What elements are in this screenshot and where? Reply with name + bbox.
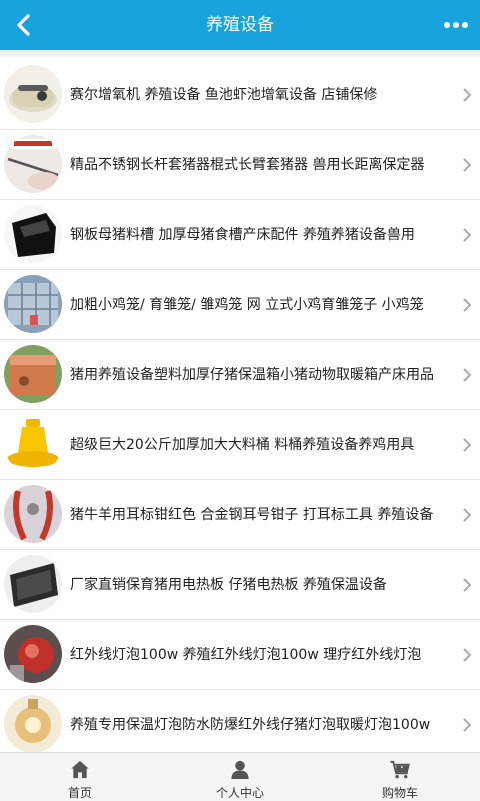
product-thumbnail: [4, 555, 62, 613]
product-name: 养殖专用保温灯泡防水防爆红外线仔猪灯泡取暖灯泡100w: [70, 717, 431, 733]
tab-user-center-label: 个人中心: [215, 786, 264, 800]
product-name: 厂家直销保育猪用电热板 仔猪电热板 养殖保温设备: [70, 577, 387, 593]
product-name: 精品不锈钢长杆套猪器棍式长臂套猪器 兽用长距离保定器: [70, 157, 425, 173]
tab-home[interactable]: 首页: [0, 753, 160, 801]
product-item[interactable]: 养殖专用保温灯泡防水防爆红外线仔猪灯泡取暖灯泡100w: [0, 690, 480, 752]
home-icon: [71, 760, 89, 779]
product-name: 猪用养殖设备塑料加厚仔猪保温箱小猪动物取暖箱产床用品: [70, 367, 434, 383]
tab-cart[interactable]: 购物车: [320, 753, 480, 801]
product-name: 钢板母猪料槽 加厚母猪食槽产床配件 养殖养猪设备兽用: [70, 227, 415, 243]
chevron-right-icon: [463, 718, 472, 732]
product-name: 猪牛羊用耳标钳红色 合金钢耳号钳子 打耳标工具 养殖设备: [70, 507, 434, 523]
product-thumbnail: [4, 485, 62, 543]
chevron-right-icon: [463, 368, 472, 382]
product-item[interactable]: 精品不锈钢长杆套猪器棍式长臂套猪器 兽用长距离保定器: [0, 130, 480, 200]
product-item[interactable]: 加粗小鸡笼/ 育雏笼/ 雏鸡笼 网 立式小鸡育雏笼子 小鸡笼: [0, 270, 480, 340]
product-item[interactable]: 猪牛羊用耳标钳红色 合金钢耳号钳子 打耳标工具 养殖设备: [0, 480, 480, 550]
product-name: 红外线灯泡100w 养殖红外线灯泡100w 理疗红外线灯泡: [70, 647, 422, 663]
product-item[interactable]: 钢板母猪料槽 加厚母猪食槽产床配件 养殖养猪设备兽用: [0, 200, 480, 270]
tab-home-label: 首页: [67, 786, 92, 800]
product-name: 超级巨大20公斤加厚加大大料桶 料桶养殖设备养鸡用具: [70, 437, 415, 453]
chevron-right-icon: [463, 438, 472, 452]
product-name: 加粗小鸡笼/ 育雏笼/ 雏鸡笼 网 立式小鸡育雏笼子 小鸡笼: [70, 297, 424, 313]
product-thumbnail: [4, 625, 62, 683]
product-thumbnail: [4, 275, 62, 333]
more-dots-icon: [444, 22, 468, 28]
chevron-right-icon: [463, 508, 472, 522]
tab-cart-label: 购物车: [381, 786, 418, 800]
cart-icon: [390, 760, 410, 779]
tab-user-center[interactable]: 个人中心: [160, 753, 320, 801]
product-thumbnail: [4, 345, 62, 403]
chevron-right-icon: [463, 88, 472, 102]
chevron-right-icon: [463, 158, 472, 172]
product-thumbnail: [4, 695, 62, 752]
product-list: 赛尔增氧机 养殖设备 鱼池虾池增氧设备 店铺保修 精品不锈钢长杆套猪器棍式长臂套…: [0, 60, 480, 752]
chevron-right-icon: [463, 298, 472, 312]
back-button[interactable]: [8, 9, 40, 41]
product-name: 赛尔增氧机 养殖设备 鱼池虾池增氧设备 店铺保修: [70, 87, 378, 103]
product-item[interactable]: 厂家直销保育猪用电热板 仔猪电热板 养殖保温设备: [0, 550, 480, 620]
top-bar: 养殖设备: [0, 0, 480, 50]
chevron-right-icon: [463, 578, 472, 592]
product-thumbnail: [4, 65, 62, 123]
product-thumbnail: [4, 415, 62, 473]
more-button[interactable]: [440, 9, 472, 41]
product-thumbnail: [4, 135, 62, 193]
chevron-left-icon: [17, 14, 30, 36]
product-item[interactable]: 猪用养殖设备塑料加厚仔猪保温箱小猪动物取暖箱产床用品: [0, 340, 480, 410]
product-item[interactable]: 赛尔增氧机 养殖设备 鱼池虾池增氧设备 店铺保修: [0, 60, 480, 130]
product-item[interactable]: 红外线灯泡100w 养殖红外线灯泡100w 理疗红外线灯泡: [0, 620, 480, 690]
header-shadow: [0, 50, 480, 60]
chevron-right-icon: [463, 648, 472, 662]
product-thumbnail: [4, 205, 62, 263]
bottom-tab-bar: 首页 个人中心 购物车: [0, 752, 480, 801]
user-icon: [231, 760, 249, 780]
page-title: 养殖设备: [206, 15, 274, 35]
product-item[interactable]: 超级巨大20公斤加厚加大大料桶 料桶养殖设备养鸡用具: [0, 410, 480, 480]
chevron-right-icon: [463, 228, 472, 242]
